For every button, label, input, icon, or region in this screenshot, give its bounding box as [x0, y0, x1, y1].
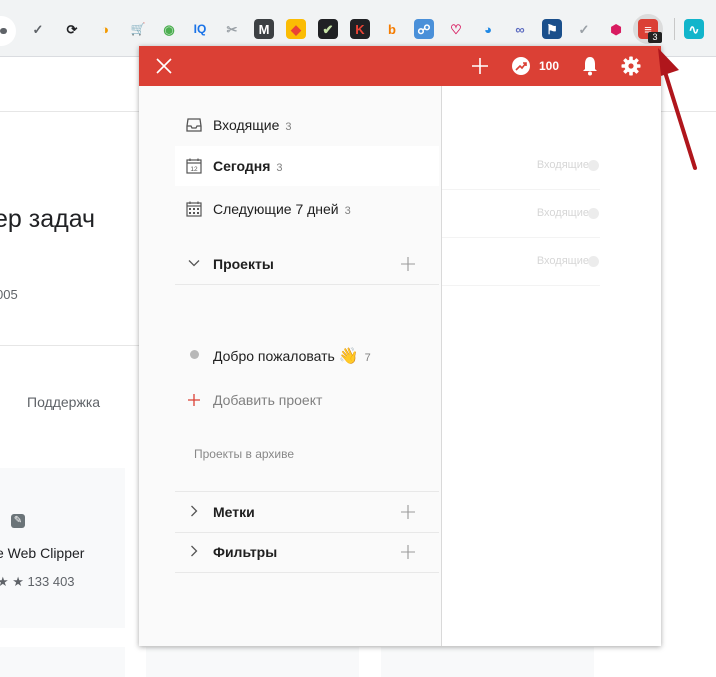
todoist-badge: 3 [648, 32, 662, 43]
project-item-welcome[interactable]: Добро пожаловать 👋 7 [175, 338, 439, 372]
task-project-label: Входящие [536, 207, 589, 219]
task-project-dot [588, 256, 599, 267]
popup-header: 100 [139, 46, 661, 86]
hexagon-icon[interactable]: ⬢ [606, 19, 626, 39]
bell-icon[interactable] [581, 56, 599, 76]
project-count: 7 [364, 352, 371, 364]
karma-trend-icon [512, 57, 530, 75]
page-heading: ер задач [0, 205, 96, 233]
chevron-down-icon [188, 260, 200, 267]
k-icon[interactable]: K [350, 19, 370, 39]
iq-icon[interactable]: IQ [190, 19, 210, 39]
task-row[interactable]: Входящие [442, 142, 661, 190]
section-projects-label: Проекты [213, 256, 274, 272]
karma-count: 100 [539, 59, 560, 73]
section-filters[interactable]: Фильтры [175, 532, 439, 573]
archived-projects-link[interactable]: Проекты в архиве [194, 447, 294, 461]
nav-inbox-count: 3 [285, 121, 292, 133]
calendar-day-number: 12 [190, 166, 198, 173]
project-label: Добро пожаловать 👋 7 [213, 348, 371, 365]
extension-card[interactable] [146, 647, 359, 677]
tick-icon[interactable]: ✓ [574, 19, 594, 39]
add-project-icon[interactable] [401, 257, 415, 271]
task-project-label: Входящие [536, 255, 589, 267]
add-label-icon[interactable] [401, 505, 415, 519]
gear-icon[interactable] [621, 56, 641, 76]
nav-inbox[interactable]: Входящие 3 [175, 105, 439, 145]
add-project-label: Добавить проект [213, 392, 323, 408]
task-project-dot [588, 160, 599, 171]
section-projects[interactable]: Проекты [175, 244, 439, 285]
task-list: Входящие Входящие Входящие [442, 86, 661, 646]
chevron-right-icon [191, 545, 198, 557]
inbox-icon [186, 118, 202, 132]
page-divider-2 [0, 345, 140, 346]
pulse-icon[interactable]: ∿ [684, 19, 704, 39]
add-task-icon[interactable] [471, 57, 489, 75]
color-wheel-icon[interactable]: ◉ [159, 19, 179, 39]
section-labels[interactable]: Метки [175, 492, 439, 533]
sync-icon[interactable]: ⟳ [62, 19, 82, 39]
calendar-week-icon [186, 201, 202, 217]
annotation-arrow-icon [658, 48, 697, 170]
add-project-button[interactable]: Добавить проект [175, 384, 439, 418]
task-row[interactable]: Входящие [442, 238, 661, 286]
extension-card-rating: ★ ★ 133 403 [0, 574, 75, 589]
waving-hand-icon: 👋 [338, 348, 359, 365]
extension-card[interactable] [0, 647, 125, 677]
task-project-label: Входящие [536, 159, 589, 171]
todoist-popup: 100 Входящие 3 12 Сегодня 3 Следующие 7 … [139, 46, 661, 646]
section-labels-label: Метки [213, 504, 255, 520]
checklist-icon[interactable]: ✔ [318, 19, 338, 39]
bookmark-icon[interactable]: ⚑ [542, 19, 562, 39]
support-link[interactable]: Поддержка [27, 394, 100, 410]
close-icon[interactable] [155, 57, 173, 75]
plus-icon [188, 394, 200, 406]
nav-next-7-days-label: Следующие 7 дней 3 [213, 201, 351, 217]
scissors-icon[interactable]: ✂ [222, 19, 242, 39]
chevron-right-icon [191, 505, 198, 517]
task-row[interactable]: Входящие [442, 190, 661, 238]
link-icon[interactable]: ∞ [510, 19, 530, 39]
check-icon[interactable]: ✓ [28, 19, 48, 39]
sidebar: Входящие 3 12 Сегодня 3 Следующие 7 дней… [139, 86, 441, 646]
half-circle-icon[interactable]: ◑ [95, 19, 115, 39]
page-subtext: 005 [0, 287, 18, 302]
evernote-icon: ✎ [11, 514, 25, 528]
extension-card-title[interactable]: e Web Clipper [0, 545, 84, 561]
task-project-dot [588, 208, 599, 219]
flag-icon[interactable]: ◆ [286, 19, 306, 39]
heart-icon[interactable]: ♡ [446, 19, 466, 39]
project-color-dot [190, 350, 199, 359]
nav-next-7-days[interactable]: Следующие 7 дней 3 [175, 189, 439, 229]
address-bar-icon [0, 28, 7, 34]
nav-today-label: Сегодня 3 [213, 158, 283, 174]
karma-button[interactable]: 100 [512, 56, 559, 76]
nav-inbox-label: Входящие 3 [213, 117, 292, 133]
task-divider [442, 285, 600, 286]
m-icon[interactable]: M [254, 19, 274, 39]
calendar-today-icon: 12 [186, 158, 202, 174]
section-filters-label: Фильтры [213, 544, 278, 560]
cart-icon[interactable]: 🛒 [128, 19, 148, 39]
toolbar-separator [674, 18, 675, 40]
feed-icon[interactable]: ☍ [414, 19, 434, 39]
nav-today-count: 3 [276, 162, 283, 174]
pie-icon[interactable]: ◕ [478, 19, 498, 39]
b-circle-icon[interactable]: b [382, 19, 402, 39]
add-filter-icon[interactable] [401, 545, 415, 559]
nav-today[interactable]: 12 Сегодня 3 [175, 146, 439, 186]
nav-next-7-days-count: 3 [344, 205, 351, 217]
extension-card[interactable] [381, 647, 594, 677]
